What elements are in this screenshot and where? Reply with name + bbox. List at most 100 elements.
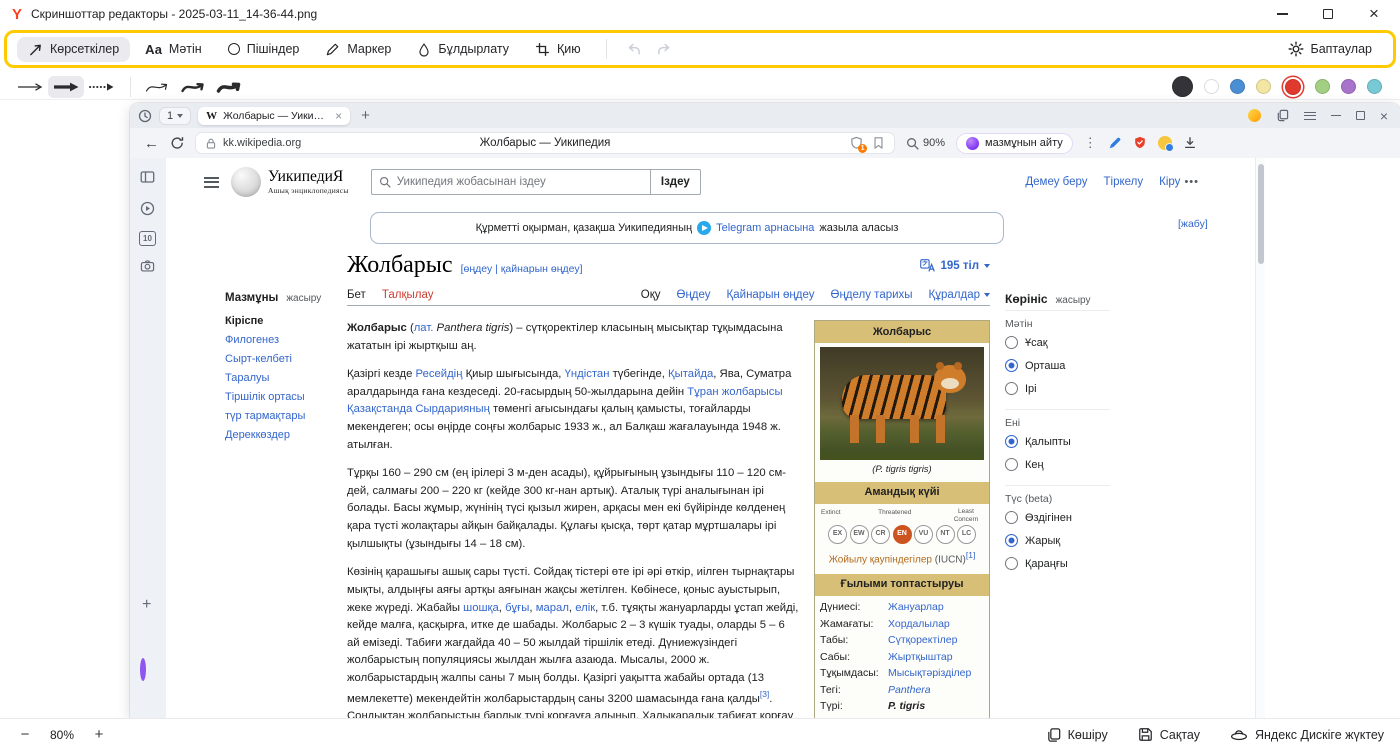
appearance-option[interactable]: Ұсақ [1005,336,1110,349]
browser-menu-icon[interactable] [1304,112,1316,120]
page-tab[interactable]: Бет [347,289,366,301]
scrollbar-thumb[interactable] [1258,164,1264,264]
appearance-option[interactable]: Ірі [1005,382,1110,395]
save-button[interactable]: Сақтау [1138,727,1200,742]
toc-item[interactable]: Тіршілік ортасы [225,388,347,407]
wiki-header-link[interactable]: Демеу беру [1025,176,1087,188]
taxonomy-value[interactable]: Жыртқыштар [888,649,953,666]
redo-button[interactable] [651,36,677,62]
appearance-option[interactable]: Орташа [1005,359,1110,372]
tool-marker-button[interactable]: Маркер [314,37,402,62]
taxonomy-value[interactable]: Мысықтәрізділер [888,665,971,682]
page-tab[interactable]: Оқу [641,289,661,301]
appearance-option[interactable]: Қараңғы [1005,557,1110,570]
color-swatch[interactable] [1172,76,1193,97]
color-swatch[interactable] [1256,79,1271,94]
new-tab-button[interactable]: + [357,107,374,124]
taxonomy-value[interactable]: Жануарлар [888,599,944,616]
language-selector[interactable]: 195 тіл [920,259,990,272]
article-link[interactable]: бұғы [505,602,529,614]
page-tab[interactable]: Талқылау [382,289,434,301]
wiki-search-input[interactable] [397,176,643,188]
upload-to-disk-button[interactable]: Яндекс Дискіге жүктеу [1230,728,1384,742]
protect-extension-icon[interactable] [1158,136,1172,150]
panels-copy-icon[interactable] [1276,109,1289,122]
tool-crop-button[interactable]: Қию [524,37,592,62]
wiki-more-menu[interactable]: ••• [1184,176,1199,188]
toc-hide-button[interactable]: жасыру [286,293,321,304]
article-link[interactable]: Сырдарияның [415,403,489,415]
close-button[interactable]: × [1366,6,1382,22]
zoom-out-button[interactable]: − [16,726,34,743]
sidebar-tile-10[interactable]: 10 [139,231,156,246]
tool-text-button[interactable]: Аа Мәтін [134,37,213,62]
article-link[interactable]: елік [575,602,595,614]
article-link[interactable]: марал [536,602,569,614]
color-swatch[interactable] [1315,79,1330,94]
browser-minimize-button[interactable] [1331,115,1341,117]
toc-item[interactable]: Филогенез [225,331,347,350]
maximize-button[interactable] [1320,6,1336,22]
minimize-button[interactable] [1274,6,1290,22]
history-clock-icon[interactable] [138,109,152,123]
hamburger-menu-icon[interactable] [204,177,219,188]
yandex-plus-icon[interactable] [1248,109,1261,122]
color-swatch[interactable] [1341,79,1356,94]
page-tab[interactable]: Құралдар [929,289,990,301]
toc-item[interactable]: түр тармақтары [225,407,347,426]
color-swatch[interactable] [1204,79,1219,94]
appearance-option[interactable]: Жарық [1005,534,1110,547]
editor-canvas[interactable]: 1 W Жолбарыс — Уикипед... × + [0,101,1400,718]
title-edit-links[interactable]: [өңдеу | қайнарын өңдеу] [461,263,583,275]
undo-button[interactable] [621,36,647,62]
wiki-header-link[interactable]: Тіркелу [1104,176,1144,188]
read-aloud-button[interactable]: мазмұнын айту [956,133,1073,154]
article-link[interactable]: Ресейдің [416,368,463,380]
zoom-in-button[interactable]: + [90,726,108,743]
toc-item[interactable]: Таралуы [225,369,347,388]
arrow-style-sketch-bold-button[interactable] [213,76,249,98]
arrow-style-sketch-thin-button[interactable] [141,76,177,98]
tool-blur-button[interactable]: Бұлдырлату [406,37,520,62]
tab-counter[interactable]: 1 [159,107,191,125]
tab-close-icon[interactable]: × [335,111,342,121]
sidebar-screenshot-icon[interactable] [140,259,155,273]
arrow-style-bold-button[interactable] [48,76,84,98]
tool-arrows-button[interactable]: Көрсеткілер [17,37,130,62]
sidebar-messenger-icon[interactable] [140,661,146,679]
banner-close-link[interactable]: [жабу] [1178,218,1208,230]
arrow-style-thin-button[interactable] [12,76,48,98]
tiger-image[interactable] [820,347,984,460]
page-scrollbar[interactable] [1255,158,1265,718]
protect-shield-icon[interactable]: 1 [850,136,863,150]
page-tab[interactable]: Өңдеу [677,289,711,301]
appearance-option[interactable]: Кең [1005,458,1110,471]
arrow-style-dotted-button[interactable] [84,76,120,98]
reference-link[interactable]: [3] [760,689,769,699]
article-link[interactable]: лат. [414,322,434,334]
browser-tab[interactable]: W Жолбарыс — Уикипед... × [198,107,350,125]
wiki-search-button[interactable]: Іздеу [650,169,701,195]
page-tab[interactable]: Өңделу тарихы [831,289,913,301]
sidebar-video-icon[interactable] [140,201,155,216]
downloads-icon[interactable] [1183,136,1197,150]
article-link[interactable]: шошқа [463,602,499,614]
color-swatch[interactable] [1285,79,1301,95]
adblock-extension-icon[interactable] [1133,136,1147,150]
page-tab[interactable]: Қайнарын өңдеу [727,289,815,301]
more-options-icon[interactable]: ⋮ [1084,135,1097,151]
appearance-hide-button[interactable]: жасыру [1056,295,1091,306]
browser-close-button[interactable]: × [1380,111,1388,121]
toc-item[interactable]: Кіріспе [225,312,347,331]
toc-item[interactable]: Сырт-келбеті [225,350,347,369]
taxonomy-value[interactable]: Panthera [888,682,931,699]
appearance-option[interactable]: Өздігінен [1005,511,1110,524]
editor-extension-icon[interactable] [1108,136,1122,150]
page-zoom-indicator[interactable]: 90% [906,137,945,150]
sidebar-add-icon[interactable]: + [142,596,151,614]
sidebar-panels-icon[interactable] [140,170,155,184]
article-link[interactable]: Үндістан [565,368,610,380]
reload-button[interactable] [170,136,184,150]
wikipedia-logo[interactable]: УикипедиЯ Ашық энциклопедиясы [231,167,349,197]
article-link[interactable]: Қытайда [668,368,713,380]
